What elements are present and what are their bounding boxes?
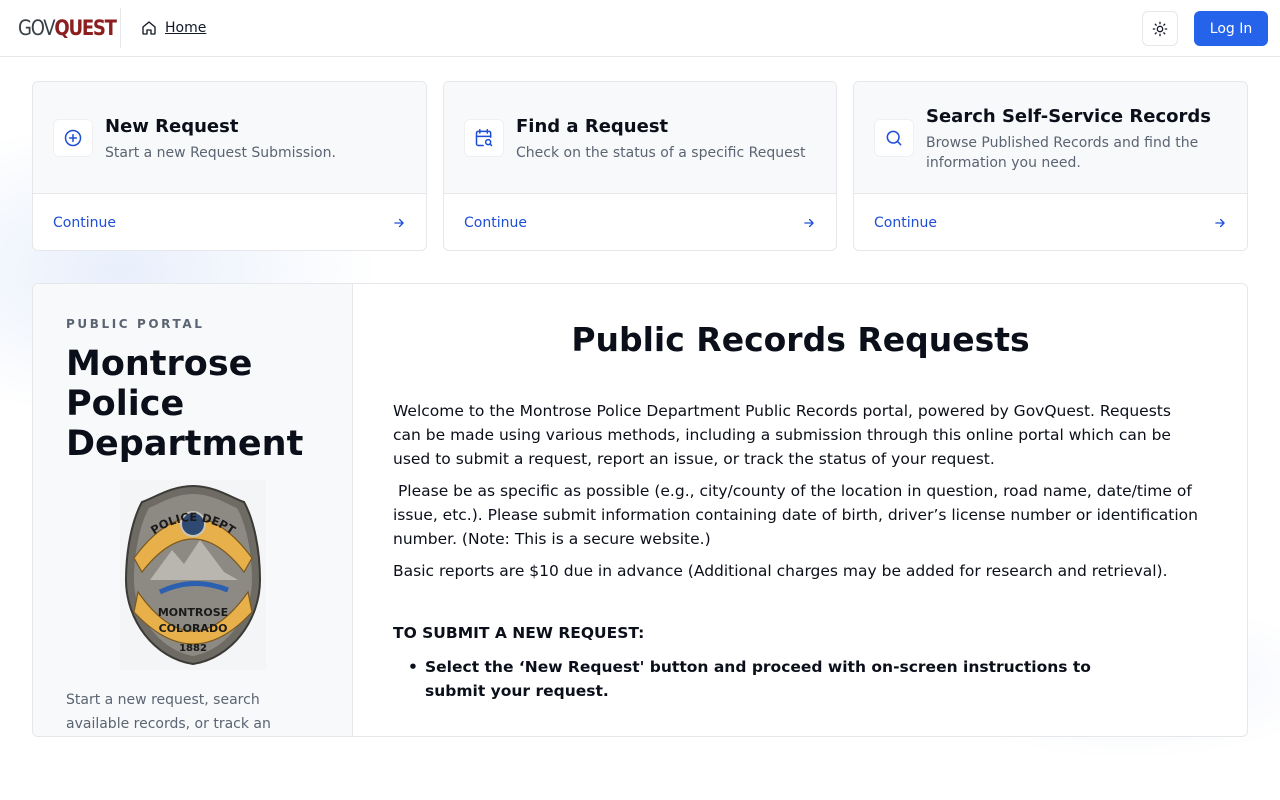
theme-toggle-button[interactable]	[1142, 11, 1178, 46]
portal-info-panel: PUBLIC PORTAL Montrose Police Department…	[32, 283, 1248, 737]
home-link[interactable]: Home	[141, 17, 206, 39]
badge-year-text: 1882	[179, 643, 207, 654]
card-icon-box	[53, 119, 93, 157]
card-description: Start a new Request Submission.	[105, 145, 336, 161]
sun-icon	[1152, 21, 1168, 36]
portal-content: Public Records Requests Welcome to the M…	[354, 284, 1247, 736]
instructions-paragraph: Please be as specific as possible (e.g.,…	[393, 482, 1203, 548]
sidebar-help-text: Start a new request, search available re…	[66, 692, 271, 732]
arrow-right-icon	[1215, 218, 1225, 227]
card-description: Browse Published Records and find the in…	[926, 135, 1199, 171]
police-badge-icon: POLICE DEPT MONTROSE COLORADO 1882	[124, 484, 262, 666]
home-icon	[142, 21, 156, 35]
fees-paragraph: Basic reports are $10 due in advance (Ad…	[393, 562, 1168, 580]
card-title: Search Self-Service Records	[926, 106, 1211, 127]
arrow-right-icon	[394, 218, 404, 227]
card-icon-box	[464, 119, 504, 157]
agency-sidebar: PUBLIC PORTAL Montrose Police Department…	[33, 284, 353, 736]
login-button[interactable]: Log In	[1194, 11, 1268, 46]
page-title: Public Records Requests	[571, 320, 1030, 359]
submit-instruction-item: Select the ‘New Request' button and proc…	[408, 655, 1148, 703]
card-header: Find a Request Check on the status of a …	[444, 82, 836, 194]
card-description: Check on the status of a specific Reques…	[516, 145, 806, 161]
header-divider	[120, 8, 121, 48]
calendar-search-icon	[475, 128, 493, 147]
new-request-card: New Request Start a new Request Submissi…	[32, 81, 427, 251]
search-records-continue-link[interactable]: Continue	[854, 194, 1247, 250]
police-badge-image: POLICE DEPT MONTROSE COLORADO 1882	[120, 480, 266, 670]
continue-label: Continue	[53, 214, 116, 231]
intro-paragraph: Welcome to the Montrose Police Departmen…	[393, 402, 1171, 468]
continue-label: Continue	[874, 214, 937, 231]
continue-label: Continue	[464, 214, 527, 231]
logo-quest-text: QUEST	[54, 16, 117, 40]
badge-city-text: MONTROSE	[158, 606, 228, 619]
card-icon-box	[874, 119, 914, 157]
portal-label: PUBLIC PORTAL	[66, 317, 205, 331]
find-request-card: Find a Request Check on the status of a …	[443, 81, 837, 251]
card-title: Find a Request	[516, 116, 669, 137]
plus-circle-icon	[64, 129, 82, 147]
badge-state-text: COLORADO	[159, 622, 228, 635]
govquest-logo[interactable]: GOVQUEST	[18, 14, 117, 42]
search-records-card: Search Self-Service Records Browse Publi…	[853, 81, 1248, 251]
agency-name: Montrose Police Department	[66, 344, 304, 464]
home-link-label: Home	[165, 20, 207, 36]
submit-instructions-heading: TO SUBMIT A NEW REQUEST:	[393, 624, 645, 642]
card-title: New Request	[105, 116, 239, 137]
new-request-continue-link[interactable]: Continue	[33, 194, 426, 250]
logo-gov-text: GOV	[18, 16, 56, 40]
card-header: Search Self-Service Records Browse Publi…	[854, 82, 1247, 194]
search-icon	[886, 130, 902, 146]
top-navbar: GOVQUEST Home Log In	[0, 0, 1280, 57]
card-header: New Request Start a new Request Submissi…	[33, 82, 426, 194]
arrow-right-icon	[804, 218, 814, 227]
find-request-continue-link[interactable]: Continue	[444, 194, 836, 250]
